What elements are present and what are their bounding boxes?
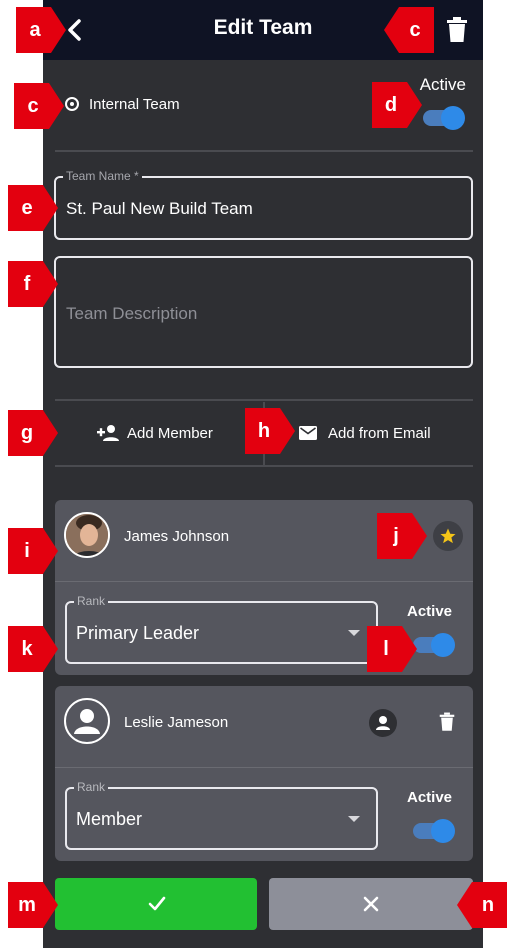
rank-value: Member bbox=[76, 809, 143, 829]
mail-icon bbox=[299, 426, 317, 440]
team-description-placeholder: Team Description bbox=[66, 304, 198, 323]
member-photo-avatar bbox=[64, 512, 110, 558]
member-active-toggle[interactable] bbox=[413, 633, 455, 657]
team-name-field[interactable]: Team Name * St. Paul New Build Team bbox=[54, 169, 473, 240]
member-name: Leslie Jameson bbox=[124, 714, 229, 731]
member-active-label: Active bbox=[407, 603, 453, 620]
member-default-avatar bbox=[64, 698, 110, 744]
delete-team-trash-icon[interactable] bbox=[446, 17, 468, 43]
save-button[interactable] bbox=[55, 878, 257, 930]
member-active-toggle[interactable] bbox=[413, 819, 455, 843]
team-name-legend: Team Name * bbox=[63, 169, 142, 183]
divider bbox=[55, 399, 473, 401]
person-icon bbox=[74, 709, 100, 734]
toggle-knob bbox=[441, 106, 465, 130]
cancel-button[interactable] bbox=[269, 878, 473, 930]
team-active-label: Active bbox=[419, 75, 466, 94]
toggle-knob bbox=[431, 819, 455, 843]
dropdown-caret-icon bbox=[348, 630, 360, 636]
divider bbox=[55, 150, 473, 152]
set-leader-button[interactable] bbox=[369, 709, 397, 737]
rank-value: Primary Leader bbox=[76, 623, 200, 643]
member-active-label: Active bbox=[407, 789, 453, 806]
dropdown-caret-icon bbox=[348, 816, 360, 822]
toggle-knob bbox=[431, 633, 455, 657]
add-from-email-label: Add from Email bbox=[328, 425, 431, 442]
person-icon bbox=[376, 716, 390, 730]
person-add-icon bbox=[97, 425, 119, 441]
star-icon bbox=[440, 528, 456, 544]
rank-select[interactable]: Rank Primary Leader bbox=[65, 594, 378, 664]
team-active-toggle[interactable] bbox=[423, 106, 465, 130]
person-photo-icon bbox=[66, 514, 108, 556]
member-card: Leslie Jameson Rank Member Active bbox=[55, 686, 473, 861]
add-member-label: Add Member bbox=[127, 425, 213, 442]
primary-leader-star-button[interactable] bbox=[433, 521, 463, 551]
member-name: James Johnson bbox=[124, 528, 230, 545]
rank-legend: Rank bbox=[74, 594, 109, 608]
card-divider bbox=[55, 581, 473, 582]
rank-legend: Rank bbox=[74, 780, 109, 794]
team-name-value: St. Paul New Build Team bbox=[66, 199, 253, 218]
rank-select[interactable]: Rank Member bbox=[65, 780, 378, 850]
divider bbox=[55, 465, 473, 467]
radio-selected-icon[interactable] bbox=[65, 97, 79, 111]
phone-screen: Edit Team Internal Team Active Team Name… bbox=[43, 0, 483, 948]
close-icon bbox=[363, 896, 379, 912]
team-description-field[interactable]: Team Description bbox=[54, 256, 473, 368]
check-icon bbox=[148, 896, 166, 911]
remove-member-trash-icon[interactable] bbox=[439, 712, 455, 732]
team-type-label[interactable]: Internal Team bbox=[89, 96, 180, 113]
card-divider bbox=[55, 767, 473, 768]
